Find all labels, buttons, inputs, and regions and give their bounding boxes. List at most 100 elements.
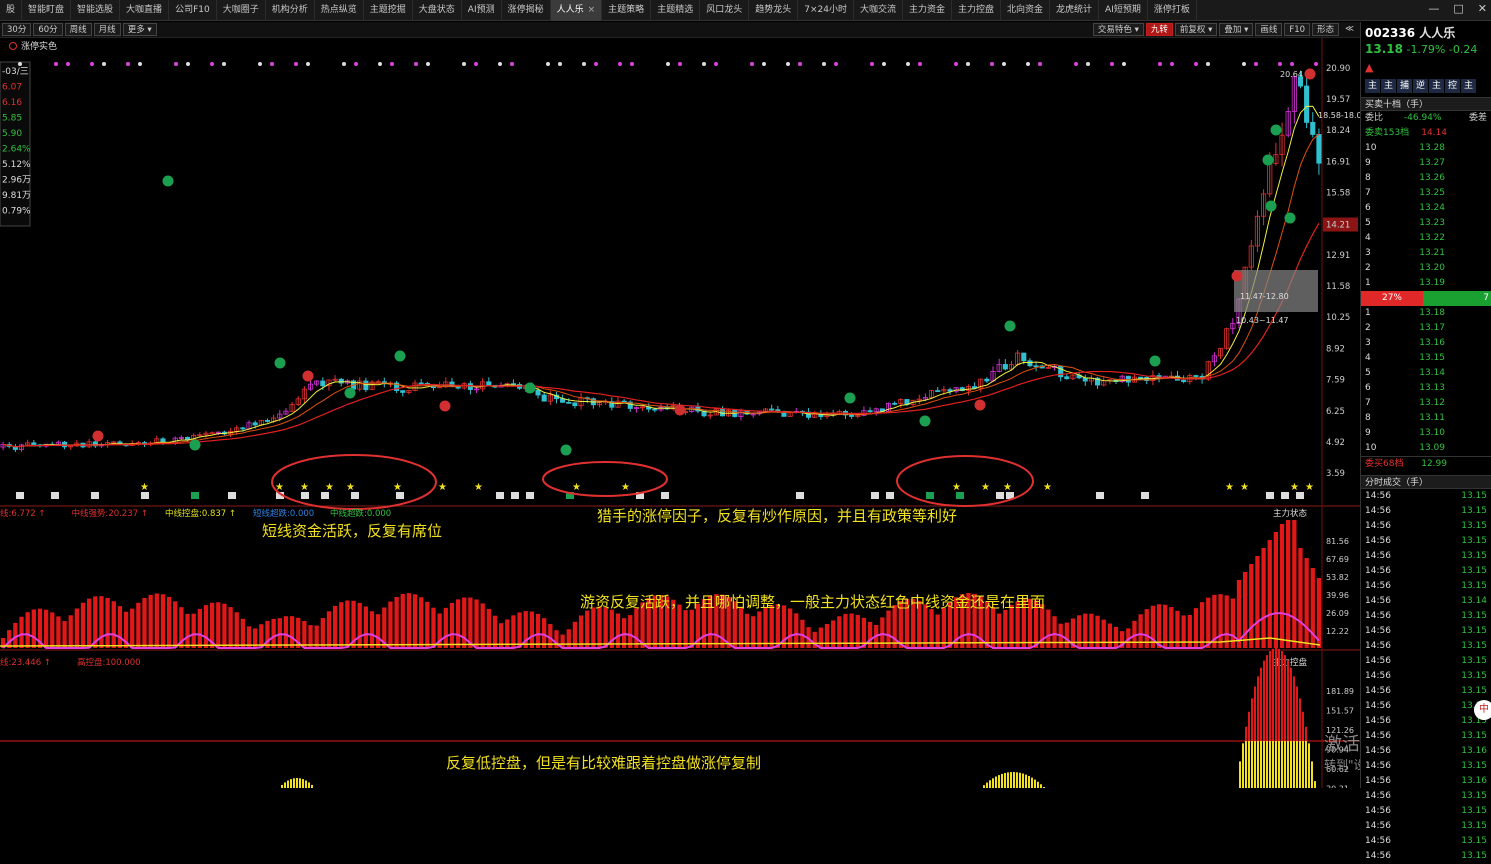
signal-dot [1086, 62, 1090, 66]
cursor-value: 6.16 [2, 98, 22, 108]
nine-turn-button[interactable]: 九转 [1145, 23, 1173, 36]
window-controls: — □ ✕ [1428, 2, 1487, 15]
asks-level: 8 [1365, 173, 1371, 183]
tick-time: 14:56 [1365, 611, 1391, 621]
tab-label: 风口龙头 [706, 4, 743, 15]
tab-23[interactable]: AI短预期 [1099, 0, 1148, 21]
tick-price: 13.15 [1461, 611, 1487, 621]
expand-icon[interactable]: ≪ [1341, 23, 1358, 36]
tab-21[interactable]: 北向资金 [1001, 0, 1051, 21]
asks-level: 7 [1365, 188, 1371, 198]
tab-11[interactable]: 涨停揭秘 [502, 0, 551, 21]
signal-dot [90, 62, 94, 66]
candle-body [541, 394, 547, 402]
bids-row: 4 13.15 [1361, 351, 1491, 366]
tab-9[interactable]: 大盘状态 [413, 0, 462, 21]
bids-price: 13.13 [1419, 383, 1445, 393]
price-axis-label: 18.24 [1326, 126, 1350, 136]
sub1-legend: 中线超跌:0.000 [330, 508, 391, 519]
restore-rights-button[interactable]: 前复权 ▾ [1174, 23, 1218, 36]
tab-7[interactable]: 热点纵览 [315, 0, 364, 21]
tab-16[interactable]: 趋势龙头 [749, 0, 799, 21]
cursor-value: 6.07 [2, 83, 22, 93]
price-axis-label: 16.91 [1326, 157, 1350, 167]
close-icon[interactable]: ✕ [1478, 2, 1487, 15]
maximize-icon[interactable]: □ [1453, 2, 1463, 15]
feature-button-2[interactable]: 捕 [1397, 79, 1412, 93]
tab-6[interactable]: 机构分析 [266, 0, 315, 21]
tab-label: 大盘状态 [418, 4, 455, 15]
feature-button-4[interactable]: 主 [1429, 79, 1444, 93]
period-more[interactable]: 更多 ▾ [122, 23, 157, 36]
asks-price: 13.25 [1419, 188, 1445, 198]
tab-5[interactable]: 大咖圈子 [217, 0, 266, 21]
feature-button-0[interactable]: 主 [1365, 79, 1380, 93]
tab-0[interactable]: 股 [0, 0, 23, 21]
signal-dot [1002, 62, 1006, 66]
square-signal [796, 492, 804, 499]
tick-price: 13.15 [1461, 626, 1487, 636]
period-week[interactable]: 周线 [64, 23, 92, 36]
signal-dot [1158, 62, 1162, 66]
tab-4[interactable]: 公司F10 [169, 0, 217, 21]
tab-13[interactable]: 主题策略 [602, 0, 652, 21]
trade-feature-button[interactable]: 交易特色 ▾ [1092, 23, 1144, 36]
kline-chart[interactable]: 涨停实色 -03/三 6.07 6.16 5.85 5.90 2.64% 5.12% 2.96万… [0, 38, 1360, 788]
period-60min[interactable]: 60分 [33, 23, 63, 36]
tick-price: 13.14 [1461, 596, 1487, 606]
pattern-button[interactable]: 形态 [1312, 23, 1340, 36]
limit-up-badge [1262, 154, 1274, 166]
tab-14[interactable]: 主题精选 [651, 0, 701, 21]
limit-up-badge [524, 382, 536, 394]
tab-12[interactable]: 人人乐 × [550, 0, 603, 21]
candle-body [1033, 365, 1039, 368]
minimize-icon[interactable]: — [1428, 2, 1439, 15]
indicator-title[interactable]: 涨停实色 [9, 40, 58, 52]
tab-15[interactable]: 风口龙头 [700, 0, 750, 21]
bids-row: 10 13.09 [1361, 441, 1491, 456]
period-month[interactable]: 月线 [93, 23, 121, 36]
candle-body [1138, 376, 1144, 379]
f10-button[interactable]: F10 [1284, 23, 1311, 36]
period-30min[interactable]: 30分 [2, 23, 32, 36]
tab-1[interactable]: 智能盯盘 [22, 0, 72, 21]
side-float-button[interactable]: 中 [1474, 700, 1491, 720]
alert-icon[interactable]: ▲ [1365, 61, 1373, 74]
tick-row: 14:56 13.15 [1361, 789, 1491, 804]
square-signal [301, 492, 309, 499]
tab-19[interactable]: 主力资金 [903, 0, 952, 21]
candle-body [184, 436, 191, 440]
tab-17[interactable]: 7×24小时 [798, 0, 854, 21]
tab-18[interactable]: 大咖交流 [854, 0, 903, 21]
sell-avg-price: 14.14 [1421, 128, 1447, 138]
candle-body [935, 390, 941, 392]
feature-button-6[interactable]: 主 [1461, 79, 1476, 93]
feature-button-5[interactable]: 控 [1445, 79, 1460, 93]
cursor-value: 0.79% [2, 207, 31, 217]
tick-time: 14:56 [1365, 641, 1391, 651]
tab-20[interactable]: 主力控盘 [952, 0, 1002, 21]
tab-24[interactable]: 涨停打板 [1148, 0, 1197, 21]
bids-level: 3 [1365, 338, 1371, 348]
feature-button-3[interactable]: 逆 [1413, 79, 1428, 93]
signal-dot [966, 62, 970, 66]
tab-3[interactable]: 大咖直播 [120, 0, 170, 21]
candle-body [320, 380, 326, 387]
star-signal: ★ [300, 482, 309, 493]
bids-level: 2 [1365, 323, 1371, 333]
tab-2[interactable]: 智能选股 [71, 0, 121, 21]
tab-bar: 股 智能盯盘 智能选股 大咖直播 公司F10 大咖圈子 机构分析 热点纵览 主题挖掘 大盘状态 AI… [0, 0, 1491, 21]
overlay-button[interactable]: 叠加 ▾ [1219, 23, 1254, 36]
tab-8[interactable]: 主题挖掘 [364, 0, 413, 21]
tab-22[interactable]: 龙虎统计 [1050, 0, 1100, 21]
draw-line-button[interactable]: 画线 [1255, 23, 1283, 36]
bid-levels: 1 13.18 2 13.17 3 13.16 4 13.15 5 13.14 6 13.13 7 13.… [1361, 306, 1491, 456]
signal-dot [990, 62, 994, 66]
high-label: 20.64 [1280, 70, 1303, 79]
tab-10[interactable]: AI预测 [462, 0, 502, 21]
bids-row: 2 13.17 [1361, 321, 1491, 336]
tab-close-icon[interactable]: × [588, 5, 596, 15]
asks-row: 3 13.21 [1361, 246, 1491, 261]
square-signal [661, 492, 669, 499]
feature-button-1[interactable]: 主 [1381, 79, 1396, 93]
